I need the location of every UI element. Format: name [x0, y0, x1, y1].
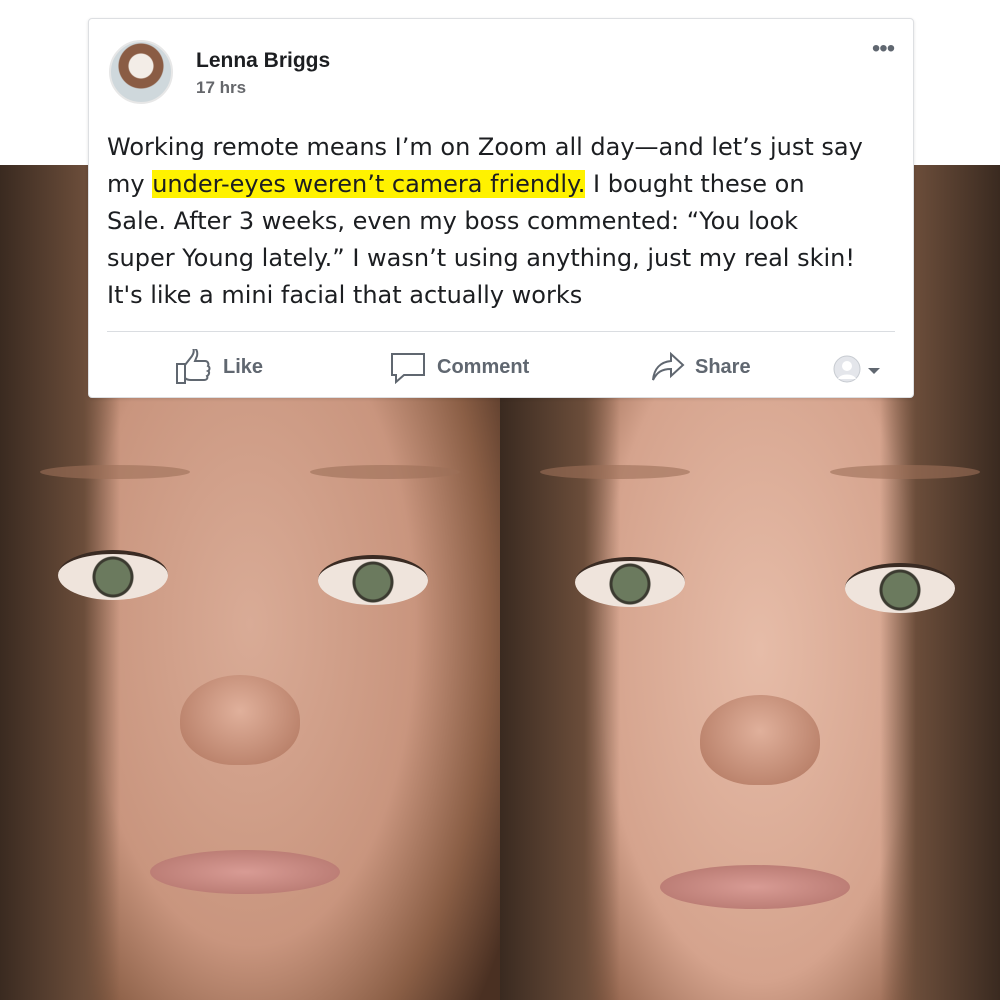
like-label: Like	[223, 355, 264, 378]
post-actions-bar: Like Comment Share	[89, 337, 913, 397]
highlighted-text: under-eyes weren’t camera friendly.	[152, 170, 586, 198]
post-text: Working remote means I’m on Zoom all day…	[107, 129, 867, 314]
audience-selector[interactable]	[833, 355, 881, 388]
comment-button[interactable]: Comment	[389, 347, 529, 387]
eye	[575, 557, 685, 607]
social-post-card: Lenna Briggs 17 hrs ••• Working remote m…	[88, 18, 914, 398]
more-options-icon[interactable]: •••	[865, 35, 901, 63]
eye	[318, 555, 428, 605]
eyebrow	[310, 465, 460, 479]
nose	[700, 695, 820, 785]
eye	[845, 563, 955, 613]
lips	[150, 850, 340, 894]
share-label: Share	[695, 355, 751, 378]
eyebrow	[40, 465, 190, 479]
like-button[interactable]: Like	[175, 347, 263, 387]
thumbs-up-icon	[175, 349, 213, 385]
eye	[58, 550, 168, 600]
audience-avatar-icon	[833, 355, 861, 388]
share-button[interactable]: Share	[651, 347, 751, 387]
caret-down-icon	[867, 363, 881, 381]
comment-label: Comment	[437, 355, 530, 378]
share-arrow-icon	[651, 351, 685, 383]
eyebrow	[830, 465, 980, 479]
lips	[660, 865, 850, 909]
author-avatar[interactable]	[109, 40, 173, 104]
nose	[180, 675, 300, 765]
post-timestamp[interactable]: 17 hrs	[196, 78, 246, 98]
comment-bubble-icon	[389, 350, 427, 384]
divider	[107, 331, 895, 332]
author-name[interactable]: Lenna Briggs	[196, 49, 330, 73]
eyebrow	[540, 465, 690, 479]
